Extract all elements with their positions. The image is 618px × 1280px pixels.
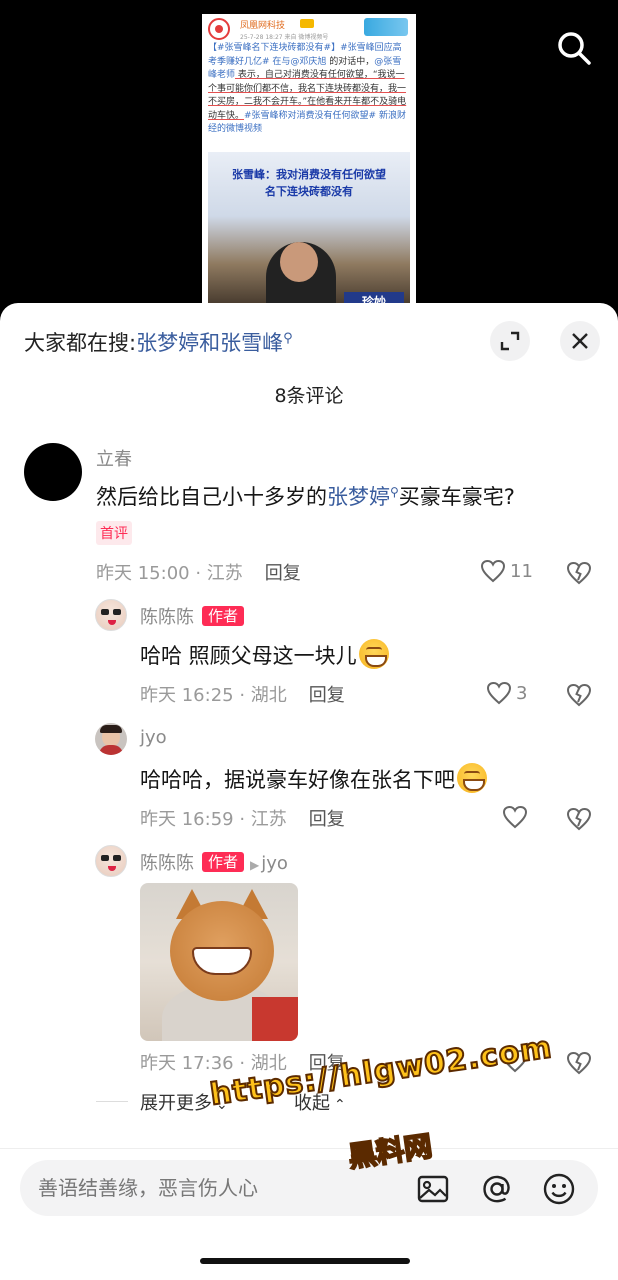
- reply-button[interactable]: 回复: [265, 563, 301, 584]
- reply-username[interactable]: jyo: [140, 727, 167, 748]
- reply-meta: 昨天 16:25 · 湖北 回复: [140, 681, 345, 707]
- dislike-button[interactable]: [566, 561, 592, 589]
- dislike-button[interactable]: [566, 683, 592, 711]
- input-divider: [0, 1148, 618, 1149]
- reply-username[interactable]: 陈陈陈 作者: [140, 603, 245, 629]
- reply-button[interactable]: 回复: [309, 685, 345, 706]
- post-meta: 25-7-28 18:27 来自 微博视频号: [240, 34, 329, 41]
- post-text-segment: 的对话中，: [326, 56, 375, 67]
- divider-line: [96, 1101, 128, 1102]
- like-button[interactable]: 3: [486, 681, 527, 705]
- comment-search-term[interactable]: 张梦婷: [327, 485, 390, 509]
- close-icon: [572, 333, 588, 349]
- search-small-icon: ⚲: [390, 485, 399, 499]
- dislike-button[interactable]: [566, 807, 592, 835]
- person-face: [280, 242, 318, 282]
- broken-heart-icon: [566, 683, 592, 707]
- post-stamp-icon: [364, 18, 408, 36]
- avatar[interactable]: [95, 599, 127, 631]
- like-count: 11: [510, 560, 533, 582]
- comment-input-bar[interactable]: [20, 1160, 598, 1216]
- reply-text-content: 哈哈 照顾父母这一块儿: [140, 644, 357, 668]
- post-text: 【#张雪峰名下连块砖都没有#】#张雪峰回应高考季赚好几亿# 在与@邓庆旭 的对话…: [208, 42, 410, 137]
- avatar[interactable]: [24, 443, 82, 501]
- home-indicator[interactable]: [200, 1258, 410, 1264]
- search-icon[interactable]: [556, 30, 592, 66]
- thumbnail-title: 张雪峰：我对消费没有任何欲望 名下连块砖都没有: [208, 166, 410, 200]
- avatar[interactable]: [95, 723, 127, 755]
- grinning-emoji-icon: [358, 639, 389, 669]
- reply-to-target[interactable]: ▶ jyo: [250, 853, 288, 874]
- dislike-button[interactable]: [566, 1051, 592, 1079]
- hot-search-term[interactable]: 张梦婷和张雪峰: [136, 331, 283, 355]
- reply-username-text: 陈陈陈: [140, 607, 194, 628]
- reply-time-location: 昨天 16:59 · 江苏: [140, 809, 287, 830]
- video-post-frame: 凤凰网科技 25-7-28 18:27 来自 微博视频号 【#张雪峰名下连块砖都…: [202, 14, 416, 312]
- broken-heart-icon: [566, 1051, 592, 1075]
- chevron-up-icon: ⌃: [334, 1097, 346, 1113]
- broken-heart-icon: [566, 561, 592, 585]
- avatar[interactable]: [95, 845, 127, 877]
- comment-text: 然后给比自己小十多岁的张梦婷⚲买豪车豪宅?: [96, 481, 515, 511]
- post-video-thumbnail: 张雪峰：我对消费没有任何欲望 名下连块砖都没有 珍妙: [208, 152, 410, 312]
- expand-icon: [500, 331, 520, 351]
- thumbnail-title-line1: 张雪峰：我对消费没有任何欲望: [232, 168, 386, 181]
- search-small-icon: ⚲: [283, 331, 293, 346]
- post-text-segment[interactable]: @邓庆旭: [290, 57, 326, 67]
- broken-heart-icon: [566, 807, 592, 831]
- like-button[interactable]: [502, 805, 528, 829]
- expand-button[interactable]: [490, 321, 530, 361]
- comment-text-before: 然后给比自己小十多岁的: [96, 485, 327, 509]
- comment-username[interactable]: 立春: [96, 445, 132, 471]
- author-badge: 作者: [202, 606, 245, 626]
- play-triangle-icon: ▶: [250, 858, 260, 872]
- thumbnail-title-line2: 名下连块砖都没有: [265, 185, 353, 198]
- hot-search-prefix: 大家都在搜:: [24, 331, 137, 355]
- first-comment-badge: 首评: [96, 521, 132, 545]
- video-area[interactable]: 凤凰网科技 25-7-28 18:27 来自 微博视频号 【#张雪峰名下连块砖都…: [0, 0, 618, 312]
- reply-text: 哈哈 照顾父母这一块儿: [140, 639, 389, 670]
- heart-icon: [480, 559, 506, 583]
- comment-text-after: 买豪车豪宅?: [398, 485, 515, 509]
- comment-sheet: 大家都在搜:张梦婷和张雪峰⚲ 8条评论 立春 然后给比自己小十多岁的张梦婷⚲买豪…: [0, 303, 618, 1280]
- author-badge: 作者: [202, 852, 245, 872]
- heart-icon: [486, 681, 512, 705]
- close-button[interactable]: [560, 321, 600, 361]
- reply-text-content: 哈哈哈，据说豪车好像在张名下吧: [140, 768, 455, 792]
- ifeng-logo-icon: [208, 18, 230, 40]
- reply-username[interactable]: 陈陈陈 作者 ▶ jyo: [140, 849, 288, 875]
- comment-meta: 昨天 15:00 · 江苏 回复: [96, 559, 301, 585]
- at-icon[interactable]: [480, 1172, 514, 1206]
- reply-time-location: 昨天 16:25 · 湖北: [140, 685, 287, 706]
- expand-more-label: 展开更多: [140, 1093, 212, 1114]
- image-icon[interactable]: [416, 1172, 450, 1206]
- reply-button[interactable]: 回复: [309, 809, 345, 830]
- reply-username-text: 陈陈陈: [140, 853, 194, 874]
- vip-badge-icon: [300, 19, 314, 28]
- hot-search-link[interactable]: 大家都在搜:张梦婷和张雪峰⚲: [24, 327, 293, 357]
- comment-image-smiling-cat[interactable]: [140, 883, 298, 1041]
- reply-meta: 昨天 16:59 · 江苏 回复: [140, 805, 345, 831]
- comment-count-title: 8条评论: [274, 385, 344, 407]
- reply-to-name: jyo: [261, 853, 288, 874]
- cat-background-red: [252, 997, 298, 1041]
- like-button[interactable]: 11: [480, 559, 533, 583]
- post-account-name: 凤凰网科技: [240, 21, 286, 31]
- heart-icon: [502, 805, 528, 829]
- post-text-segment[interactable]: #张雪峰称对消费没有任何欲望#: [244, 111, 376, 121]
- like-count: 3: [516, 682, 528, 704]
- reply-text: 哈哈哈，据说豪车好像在张名下吧: [140, 763, 487, 794]
- emoji-icon[interactable]: [542, 1172, 576, 1206]
- comment-time-location: 昨天 15:00 · 江苏: [96, 563, 243, 584]
- laughing-emoji-icon: [457, 763, 487, 793]
